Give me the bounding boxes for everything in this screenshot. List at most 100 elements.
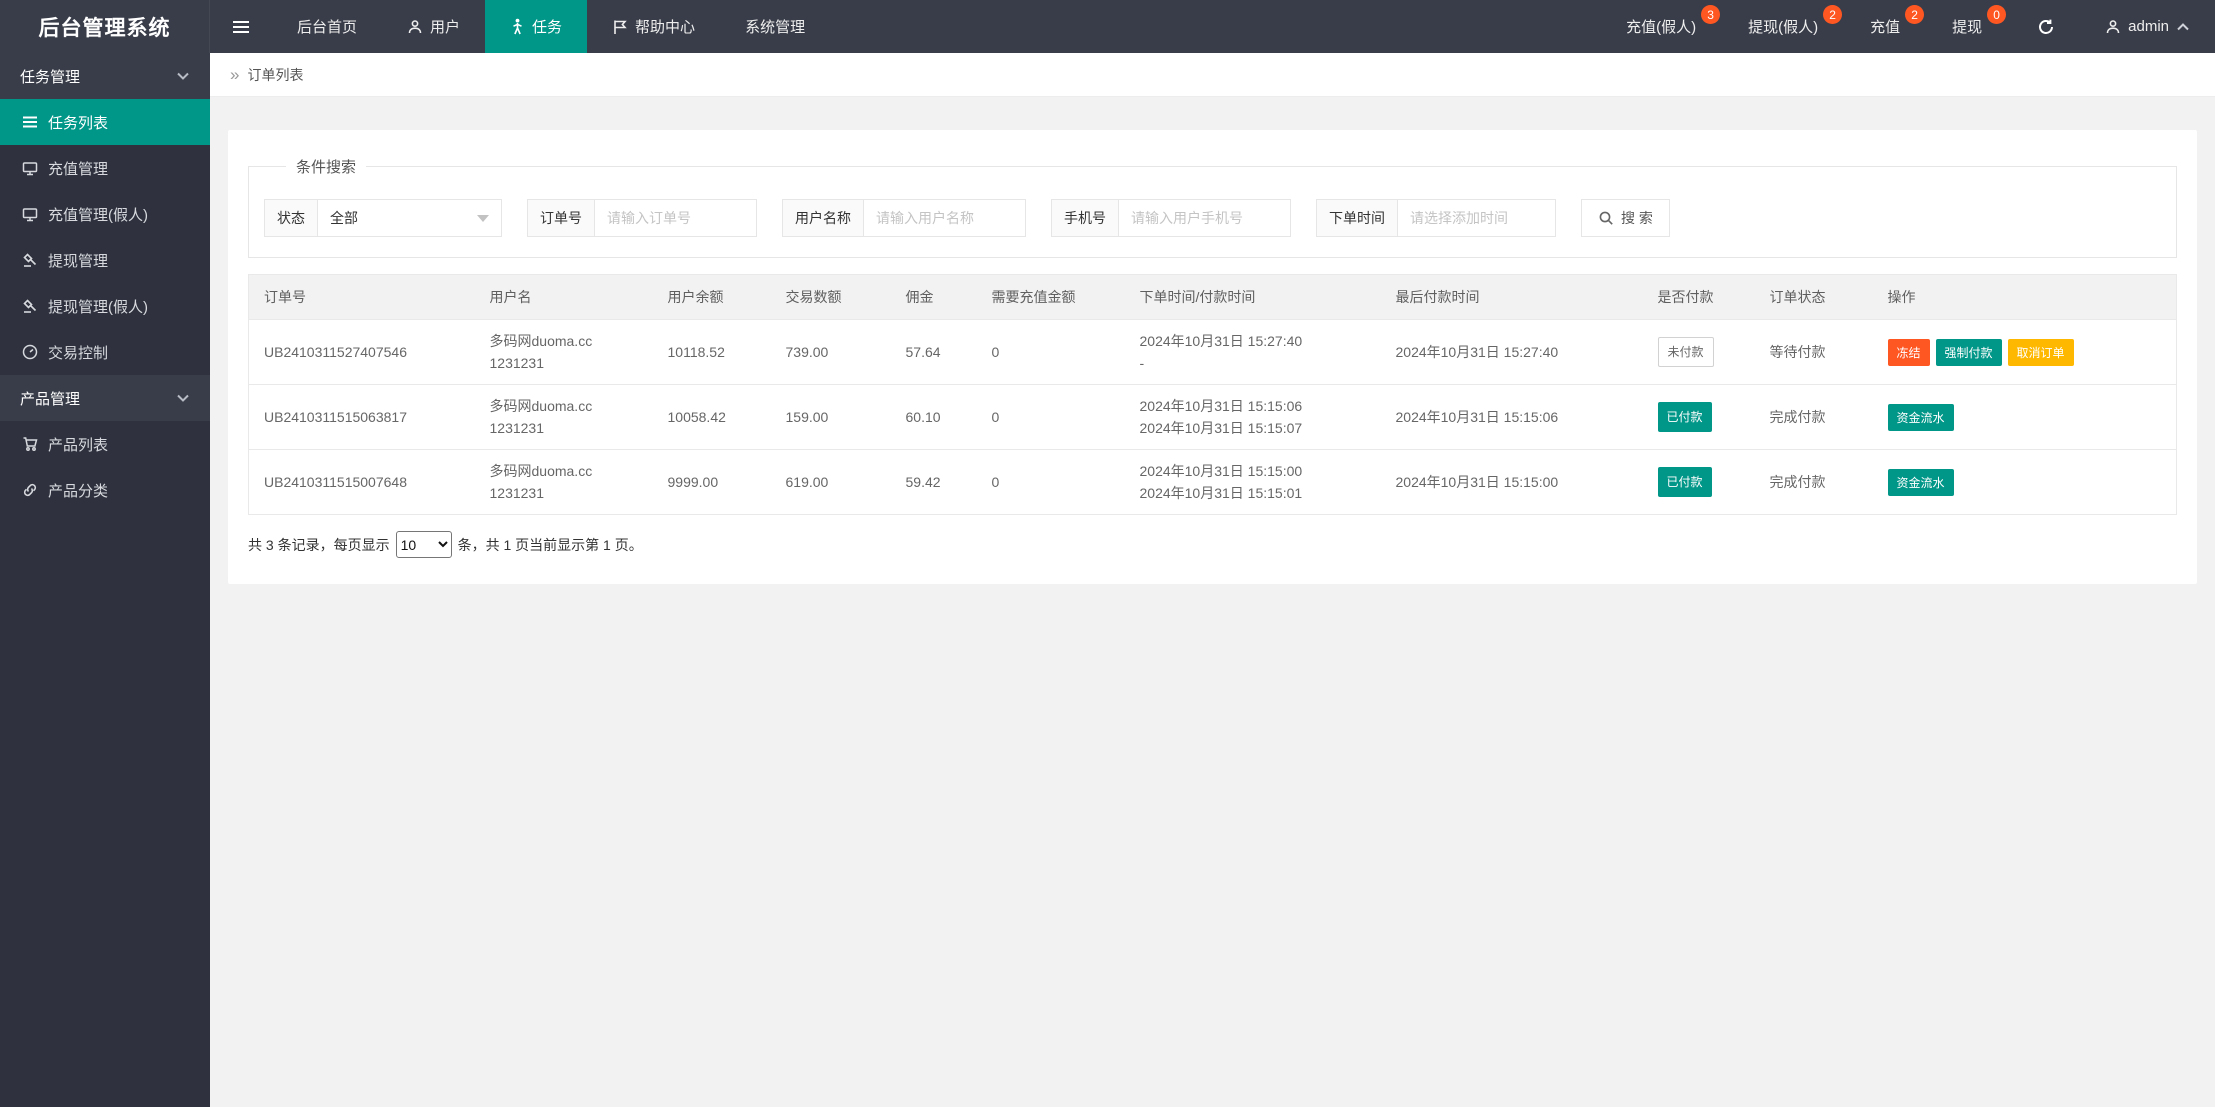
cell-actions: 资金流水 bbox=[1872, 384, 2177, 450]
col-need-recharge: 需要充值金额 bbox=[976, 274, 1125, 320]
order-time-input[interactable] bbox=[1398, 199, 1556, 237]
refresh-icon bbox=[2037, 18, 2055, 36]
status-select[interactable]: 全部 bbox=[318, 199, 502, 237]
user-name-label: 用户名称 bbox=[782, 199, 864, 237]
paid-status-badge: 未付款 bbox=[1657, 337, 1714, 367]
app-title: 后台管理系统 bbox=[0, 0, 210, 53]
pay-time: 2024年10月31日 15:15:07 bbox=[1139, 420, 1303, 436]
sidebar-item-label: 提现管理 bbox=[48, 252, 109, 270]
pagination-prefix: 共 3 条记录，每页显示 bbox=[248, 536, 390, 553]
nav-item-recharge-fake[interactable]: 充值(假人) 3 bbox=[1604, 0, 1726, 53]
sidebar-item-product-category[interactable]: 产品分类 bbox=[0, 467, 210, 513]
order-time-filter-group: 下单时间 bbox=[1316, 199, 1556, 237]
nav-item-label: 充值(假人) bbox=[1626, 19, 1697, 36]
sidebar-item-label: 提现管理(假人) bbox=[48, 298, 148, 316]
sidebar-group-product-management[interactable]: 产品管理 bbox=[0, 375, 210, 421]
user-menu[interactable]: admin bbox=[2080, 0, 2215, 53]
col-paid: 是否付款 bbox=[1642, 274, 1755, 320]
cell-username: 多码网duoma.cc 1231231 bbox=[474, 319, 653, 385]
cancel-order-button[interactable]: 取消订单 bbox=[2007, 338, 2074, 366]
order-time: 2024年10月31日 15:15:06 bbox=[1139, 398, 1303, 414]
cell-commission: 59.42 bbox=[890, 449, 977, 515]
nav-item-recharge[interactable]: 充值 2 bbox=[1848, 0, 1930, 53]
breadcrumb: » 订单列表 bbox=[210, 53, 2215, 97]
paid-status-badge: 已付款 bbox=[1657, 467, 1712, 497]
nav-item-withdraw[interactable]: 提现 0 bbox=[1930, 0, 2012, 53]
table-header-row: 订单号 用户名 用户余额 交易数额 佣金 需要充值金额 下单时间/付款时间 最后… bbox=[248, 274, 2177, 320]
col-username: 用户名 bbox=[474, 274, 653, 320]
search-icon bbox=[1598, 210, 1614, 226]
nav-item-system[interactable]: 系统管理 bbox=[720, 0, 830, 53]
nav-item-users[interactable]: 用户 bbox=[382, 0, 485, 53]
fund-flow-button[interactable]: 资金流水 bbox=[1887, 403, 1954, 431]
sidebar-item-withdraw-management[interactable]: 提现管理 bbox=[0, 237, 210, 283]
table-row: UB2410311515063817 多码网duoma.cc 1231231 1… bbox=[248, 384, 2177, 450]
cell-last-pay-time: 2024年10月31日 15:15:06 bbox=[1380, 384, 1643, 450]
notification-badge: 2 bbox=[1823, 5, 1843, 24]
sidebar-item-task-list[interactable]: 任务列表 bbox=[0, 99, 210, 145]
status-label: 状态 bbox=[264, 199, 318, 237]
user-site: 多码网duoma.cc bbox=[489, 333, 593, 349]
cell-order-pay-time: 2024年10月31日 15:15:06 2024年10月31日 15:15:0… bbox=[1124, 384, 1381, 450]
orders-table: 订单号 用户名 用户余额 交易数额 佣金 需要充值金额 下单时间/付款时间 最后… bbox=[248, 274, 2177, 515]
cell-order-no: UB2410311515007648 bbox=[248, 449, 475, 515]
search-button[interactable]: 搜 索 bbox=[1581, 199, 1670, 237]
sidebar: 任务管理 任务列表 充值管理 充值管理(假人) 提现管理 提现管理(假人) 交易… bbox=[0, 53, 210, 1107]
cell-trade-amount: 739.00 bbox=[770, 319, 891, 385]
freeze-button[interactable]: 冻结 bbox=[1887, 338, 1930, 366]
order-time-label: 下单时间 bbox=[1316, 199, 1398, 237]
cell-need-recharge: 0 bbox=[976, 449, 1125, 515]
sidebar-group-task-management[interactable]: 任务管理 bbox=[0, 53, 210, 99]
sidebar-toggle-button[interactable] bbox=[210, 0, 272, 53]
phone-filter-group: 手机号 bbox=[1051, 199, 1291, 237]
user-site: 多码网duoma.cc bbox=[489, 398, 593, 414]
nav-item-tasks[interactable]: 任务 bbox=[485, 0, 588, 53]
cell-order-pay-time: 2024年10月31日 15:27:40 - bbox=[1124, 319, 1381, 385]
sidebar-item-label: 任务列表 bbox=[48, 114, 109, 132]
nav-item-label: 后台首页 bbox=[297, 19, 358, 36]
chevron-down-icon bbox=[176, 393, 190, 403]
force-pay-button[interactable]: 强制付款 bbox=[1935, 338, 2002, 366]
refresh-button[interactable] bbox=[2012, 0, 2080, 53]
nav-item-label: 任务 bbox=[532, 19, 563, 36]
table-row: UB2410311515007648 多码网duoma.cc 1231231 9… bbox=[248, 449, 2177, 515]
cart-icon bbox=[22, 436, 38, 452]
sidebar-item-product-list[interactable]: 产品列表 bbox=[0, 421, 210, 467]
cell-commission: 57.64 bbox=[890, 319, 977, 385]
cell-paid: 未付款 bbox=[1642, 319, 1755, 385]
nav-item-withdraw-fake[interactable]: 提现(假人) 2 bbox=[1726, 0, 1848, 53]
order-no-input[interactable] bbox=[595, 199, 757, 237]
col-status: 订单状态 bbox=[1754, 274, 1873, 320]
user-name-input[interactable] bbox=[864, 199, 1026, 237]
nav-item-home[interactable]: 后台首页 bbox=[272, 0, 382, 53]
sidebar-group-label: 任务管理 bbox=[20, 68, 81, 86]
sidebar-item-withdraw-management-fake[interactable]: 提现管理(假人) bbox=[0, 283, 210, 329]
order-no-filter-group: 订单号 bbox=[527, 199, 757, 237]
notification-badge: 2 bbox=[1905, 5, 1925, 24]
fund-flow-button[interactable]: 资金流水 bbox=[1887, 468, 1954, 496]
cell-actions: 冻结 强制付款 取消订单 bbox=[1872, 319, 2177, 385]
page-size-select[interactable]: 10 bbox=[395, 531, 452, 558]
nav-item-help[interactable]: 帮助中心 bbox=[587, 0, 720, 53]
cell-status: 完成付款 bbox=[1754, 384, 1873, 450]
gavel-icon bbox=[22, 252, 38, 268]
pagination-suffix: 条，共 1 页当前显示第 1 页。 bbox=[457, 536, 643, 553]
cell-paid: 已付款 bbox=[1642, 449, 1755, 515]
nav-item-label: 提现 bbox=[1952, 19, 1983, 36]
hamburger-icon bbox=[232, 19, 250, 35]
cell-username: 多码网duoma.cc 1231231 bbox=[474, 449, 653, 515]
cell-balance: 9999.00 bbox=[652, 449, 771, 515]
cell-username: 多码网duoma.cc 1231231 bbox=[474, 384, 653, 450]
nav-item-label: 充值 bbox=[1870, 19, 1901, 36]
user-account: 1231231 bbox=[489, 485, 545, 501]
sidebar-item-recharge-management-fake[interactable]: 充值管理(假人) bbox=[0, 191, 210, 237]
admin-avatar-icon bbox=[2105, 19, 2121, 35]
order-time: 2024年10月31日 15:27:40 bbox=[1139, 333, 1303, 349]
phone-input[interactable] bbox=[1119, 199, 1291, 237]
sidebar-item-recharge-management[interactable]: 充值管理 bbox=[0, 145, 210, 191]
cell-last-pay-time: 2024年10月31日 15:27:40 bbox=[1380, 319, 1643, 385]
sidebar-item-trade-control[interactable]: 交易控制 bbox=[0, 329, 210, 375]
main-content: » 订单列表 条件搜索 状态 全部 订单号 用户名称 bbox=[210, 53, 2215, 1107]
list-icon bbox=[22, 115, 38, 129]
flag-icon bbox=[612, 19, 628, 35]
